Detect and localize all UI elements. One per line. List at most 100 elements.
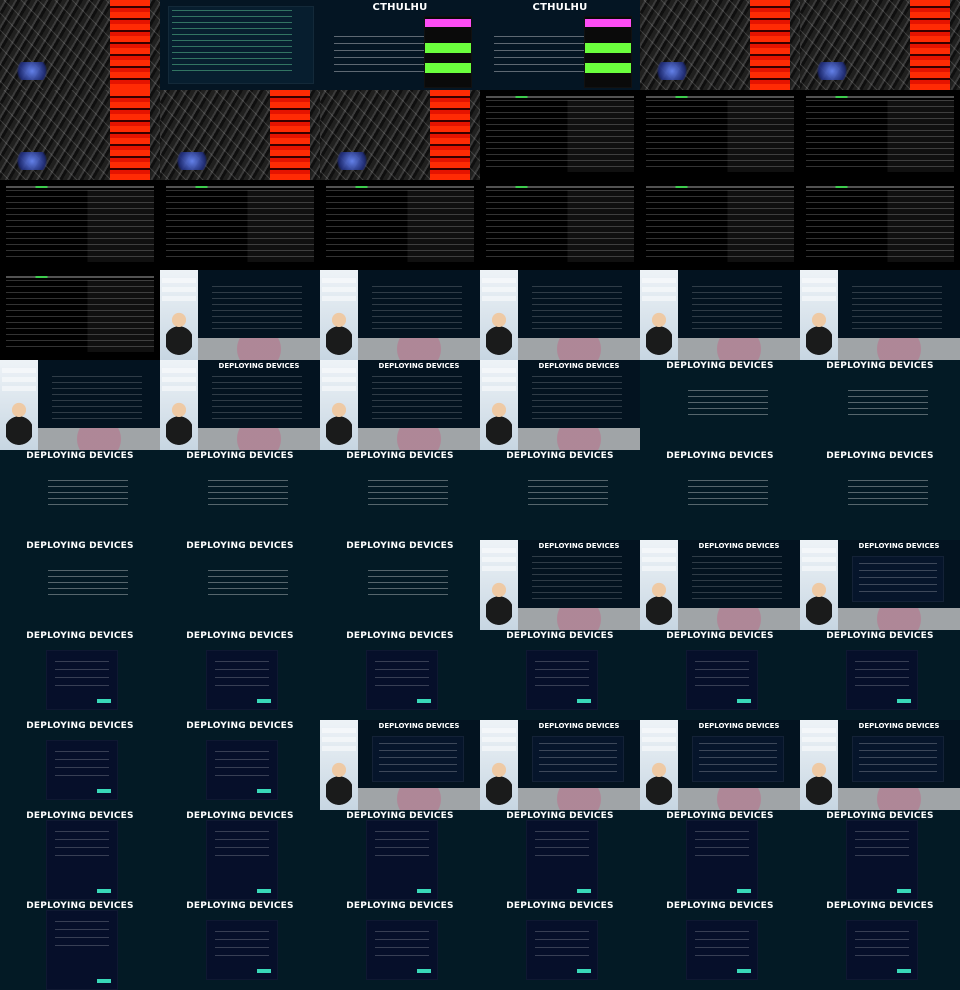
terminal-status-line <box>6 186 154 188</box>
thumbnail[interactable]: DEPLOYING DEVICES <box>640 450 800 540</box>
thumbnail[interactable] <box>0 0 160 90</box>
bullet-list <box>692 556 782 600</box>
thumbnail[interactable]: DEPLOYING DEVICES <box>800 900 960 990</box>
thumbnail[interactable]: DEPLOYING DEVICES <box>640 810 800 900</box>
form-preview <box>46 910 118 990</box>
thumbnail-image: DEPLOYING DEVICES <box>800 450 960 540</box>
thumbnail[interactable] <box>160 180 320 270</box>
thumbnail-image: DEPLOYING DEVICES <box>160 450 320 540</box>
thumbnail[interactable]: DEPLOYING DEVICES <box>0 630 160 720</box>
brand-logo <box>482 548 516 574</box>
thumbnail[interactable]: DEPLOYING DEVICES <box>480 360 640 450</box>
thumbnail[interactable]: DEPLOYING DEVICES <box>320 810 480 900</box>
thumbnail[interactable] <box>320 270 480 360</box>
thumbnail[interactable] <box>160 90 320 180</box>
thumbnail[interactable] <box>800 180 960 270</box>
thumbnail-image <box>0 90 160 180</box>
submit-button <box>97 889 111 893</box>
rack-photo-detail <box>12 62 52 80</box>
rack-photo-detail <box>750 0 790 90</box>
thumbnail[interactable] <box>640 0 800 90</box>
thumbnail[interactable]: DEPLOYING DEVICES <box>0 810 160 900</box>
slide-title: DEPLOYING DEVICES <box>378 722 460 730</box>
thumbnail[interactable] <box>0 90 160 180</box>
thumbnail[interactable]: DEPLOYING DEVICES <box>320 360 480 450</box>
thumbnail[interactable]: DEPLOYING DEVICES <box>800 720 960 810</box>
thumbnail[interactable]: DEPLOYING DEVICES <box>640 630 800 720</box>
thumbnail[interactable]: DEPLOYING DEVICES <box>800 450 960 540</box>
brand-logo <box>322 278 356 304</box>
thumbnail[interactable]: DEPLOYING DEVICES <box>480 720 640 810</box>
form-rows <box>215 751 269 783</box>
thumbnail[interactable]: DEPLOYING DEVICES <box>480 900 640 990</box>
thumbnail[interactable]: DEPLOYING DEVICES <box>160 900 320 990</box>
submit-button <box>257 789 271 793</box>
thumbnail[interactable]: DEPLOYING DEVICES <box>480 630 640 720</box>
thumbnail[interactable] <box>800 0 960 90</box>
thumbnail-image <box>640 0 800 90</box>
thumbnail[interactable]: DEPLOYING DEVICES <box>320 720 480 810</box>
thumbnail[interactable] <box>800 90 960 180</box>
thumbnail[interactable]: DEPLOYING DEVICES <box>320 900 480 990</box>
thumbnail[interactable] <box>160 270 320 360</box>
thumbnail[interactable]: DEPLOYING DEVICES <box>640 900 800 990</box>
thumbnail[interactable]: DEPLOYING DEVICES <box>480 450 640 540</box>
thumbnail[interactable]: DEPLOYING DEVICES <box>480 540 640 630</box>
thumbnail[interactable]: DEPLOYING DEVICES <box>320 450 480 540</box>
thumbnail[interactable] <box>320 180 480 270</box>
thumbnail[interactable] <box>640 180 800 270</box>
thumbnail[interactable]: DEPLOYING DEVICES <box>800 360 960 450</box>
thumbnail[interactable] <box>480 180 640 270</box>
submit-button <box>417 969 431 973</box>
thumbnail[interactable] <box>0 360 160 450</box>
thumbnail[interactable] <box>480 90 640 180</box>
thumbnail[interactable] <box>640 90 800 180</box>
thumbnail[interactable] <box>800 270 960 360</box>
form-rows <box>375 831 429 863</box>
thumbnail[interactable]: DEPLOYING DEVICES <box>0 720 160 810</box>
submit-button <box>897 699 911 703</box>
form-preview <box>46 740 118 800</box>
thumbnail[interactable]: DEPLOYING DEVICES <box>0 900 160 990</box>
thumbnail[interactable]: DEPLOYING DEVICES <box>160 810 320 900</box>
thumbnail[interactable]: DEPLOYING DEVICES <box>640 540 800 630</box>
thumbnail[interactable]: DEPLOYING DEVICES <box>160 630 320 720</box>
thumbnail[interactable]: DEPLOYING DEVICES <box>320 630 480 720</box>
thumbnail[interactable]: DEPLOYING DEVICES <box>0 540 160 630</box>
presenter <box>646 582 672 626</box>
form-preview <box>532 736 624 782</box>
thumbnail[interactable]: CTHULHU <box>480 0 640 90</box>
form-rows <box>855 831 909 863</box>
thumbnail[interactable]: DEPLOYING DEVICES <box>0 450 160 540</box>
thumbnail[interactable]: DEPLOYING DEVICES <box>640 360 800 450</box>
thumbnail[interactable]: DEPLOYING DEVICES <box>160 540 320 630</box>
thumbnail[interactable] <box>0 180 160 270</box>
terminal-status-line <box>166 186 314 188</box>
thumbnail[interactable]: DEPLOYING DEVICES <box>160 360 320 450</box>
thumbnail[interactable] <box>320 90 480 180</box>
thumbnail[interactable]: DEPLOYING DEVICES <box>800 540 960 630</box>
thumbnail[interactable] <box>0 270 160 360</box>
slide-title: CTHULHU <box>532 2 588 13</box>
thumbnail[interactable]: DEPLOYING DEVICES <box>480 810 640 900</box>
thumbnail[interactable]: CTHULHU <box>320 0 480 90</box>
blurred-strip <box>518 608 640 630</box>
form-rows <box>695 831 749 863</box>
rack-photo-detail <box>270 90 310 180</box>
slide-title: DEPLOYING DEVICES <box>346 451 454 461</box>
thumbnail[interactable]: DEPLOYING DEVICES <box>800 810 960 900</box>
thumbnail[interactable]: DEPLOYING DEVICES <box>640 720 800 810</box>
brand-logo <box>2 368 36 394</box>
slide-title: CTHULHU <box>372 2 428 13</box>
thumbnail[interactable] <box>640 270 800 360</box>
thumbnail[interactable]: DEPLOYING DEVICES <box>320 540 480 630</box>
thumbnail[interactable]: DEPLOYING DEVICES <box>160 720 320 810</box>
thumbnail[interactable] <box>480 270 640 360</box>
brand-logo <box>642 548 676 574</box>
bullet-list <box>494 36 584 76</box>
form-rows <box>215 661 269 693</box>
thumbnail[interactable] <box>160 0 320 90</box>
thumbnail-image: DEPLOYING DEVICES <box>800 630 960 720</box>
thumbnail[interactable]: DEPLOYING DEVICES <box>800 630 960 720</box>
thumbnail[interactable]: DEPLOYING DEVICES <box>160 450 320 540</box>
